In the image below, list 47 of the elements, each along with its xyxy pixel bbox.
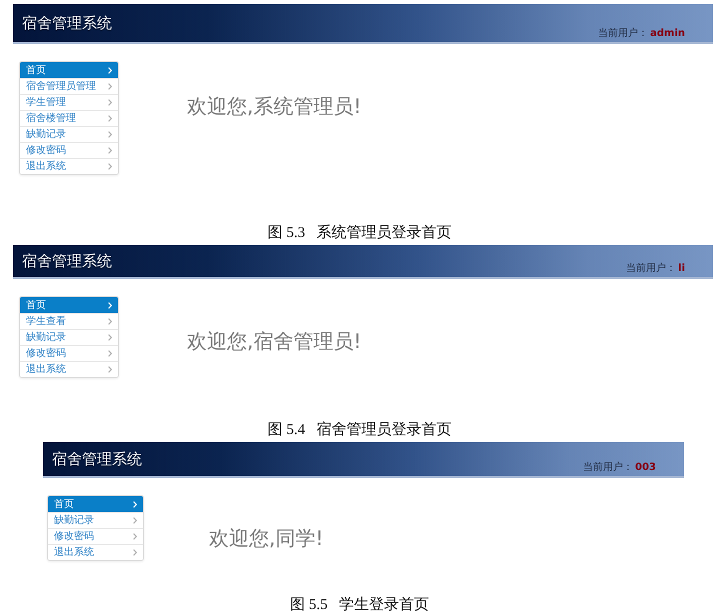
figure-caption: 图 5.5 学生登录首页 [289, 596, 430, 614]
menu-item[interactable]: 首页 [20, 62, 118, 78]
chevron-right-icon [108, 66, 112, 74]
menu-item[interactable]: 退出系统 [20, 158, 118, 174]
figure-caption: 图 5.3 系统管理员登录首页 [266, 224, 452, 242]
chevron-right-icon [133, 533, 137, 540]
welcome-message: 欢迎您,系统管理员! [187, 94, 362, 118]
menu-item[interactable]: 宿舍楼管理 [20, 110, 118, 126]
menu-item[interactable]: 首页 [48, 496, 143, 512]
menu-item[interactable]: 学生查看 [20, 313, 118, 329]
chevron-right-icon [108, 147, 112, 154]
app-title: 宿舍管理系统 [22, 14, 112, 32]
chevron-right-icon [108, 99, 112, 106]
current-user-label: 当前用户： [598, 28, 648, 40]
current-user-label: 当前用户： [626, 263, 676, 275]
current-user-name: 003 [635, 462, 656, 474]
app-title: 宿舍管理系统 [22, 252, 112, 270]
menu-item[interactable]: 退出系统 [48, 544, 143, 560]
chevron-right-icon [108, 366, 112, 373]
menu-item[interactable]: 退出系统 [20, 361, 118, 377]
current-user-label: 当前用户： [583, 462, 634, 474]
menu-item[interactable]: 宿舍管理员管理 [20, 78, 118, 94]
menu-item[interactable]: 缺勤记录 [20, 126, 118, 142]
chevron-right-icon [133, 517, 137, 524]
menu-item[interactable]: 学生管理 [20, 94, 118, 110]
chevron-right-icon [108, 131, 112, 138]
welcome-message: 欢迎您,同学! [209, 526, 324, 550]
chevron-right-icon [108, 83, 112, 90]
chevron-right-icon [133, 500, 137, 508]
welcome-message: 欢迎您,宿舍管理员! [187, 329, 362, 353]
figure-caption: 图 5.4 宿舍管理员登录首页 [266, 421, 452, 439]
menu-item[interactable]: 缺勤记录 [48, 512, 143, 528]
current-user-name: li [678, 263, 685, 275]
current-user-name: admin [650, 28, 685, 40]
menu-item[interactable]: 缺勤记录 [20, 329, 118, 345]
chevron-right-icon [108, 334, 112, 341]
chevron-right-icon [133, 549, 137, 556]
menu-item[interactable]: 修改密码 [48, 528, 143, 544]
chevron-right-icon [108, 350, 112, 357]
chevron-right-icon [108, 318, 112, 325]
menu-item[interactable]: 修改密码 [20, 142, 118, 158]
menu-item[interactable]: 首页 [20, 297, 118, 313]
menu-item[interactable]: 修改密码 [20, 345, 118, 361]
chevron-right-icon [108, 302, 112, 308]
chevron-right-icon [108, 115, 112, 122]
chevron-right-icon [108, 163, 112, 170]
app-title: 宿舍管理系统 [52, 450, 142, 468]
